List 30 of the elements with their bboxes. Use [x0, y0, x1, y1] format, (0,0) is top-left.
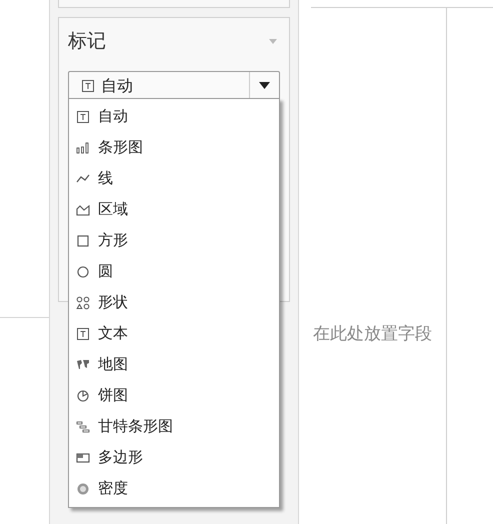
card-title: 标记 — [68, 29, 106, 54]
menu-item[interactable]: 圆 — [69, 256, 279, 287]
menu-item[interactable]: 条形图 — [69, 132, 279, 163]
area-chart-icon — [76, 202, 90, 216]
menu-item[interactable]: 文本 — [69, 318, 279, 349]
text-icon — [76, 326, 90, 340]
menu-item[interactable]: 饼图 — [69, 380, 279, 411]
menu-item[interactable]: 线 — [69, 163, 279, 194]
menu-item[interactable]: 自动 — [69, 101, 279, 132]
menu-item[interactable]: 甘特条形图 — [69, 411, 279, 442]
menu-item[interactable]: 方形 — [69, 225, 279, 256]
gantt-chart-icon — [76, 420, 90, 434]
density-icon — [76, 482, 90, 496]
drop-hint-text: 在此处放置字段 — [313, 323, 432, 346]
caret-icon[interactable] — [269, 38, 277, 44]
caret-icon — [259, 82, 270, 89]
mark-type-dropdown[interactable]: 自动 — [68, 70, 280, 100]
menu-item[interactable]: 多边形 — [69, 442, 279, 473]
menu-item[interactable]: 密度 — [69, 473, 279, 504]
menu-item[interactable]: 地图 — [69, 349, 279, 380]
square-icon — [76, 234, 90, 248]
shapes-icon — [76, 296, 90, 310]
bar-chart-icon — [76, 140, 90, 154]
polygon-icon — [76, 450, 90, 464]
text-icon — [81, 78, 95, 92]
pie-chart-icon — [76, 388, 90, 402]
menu-item[interactable]: 区域 — [69, 194, 279, 225]
circle-icon — [76, 264, 90, 278]
menu-item[interactable]: 形状 — [69, 287, 279, 318]
text-icon — [76, 110, 90, 124]
